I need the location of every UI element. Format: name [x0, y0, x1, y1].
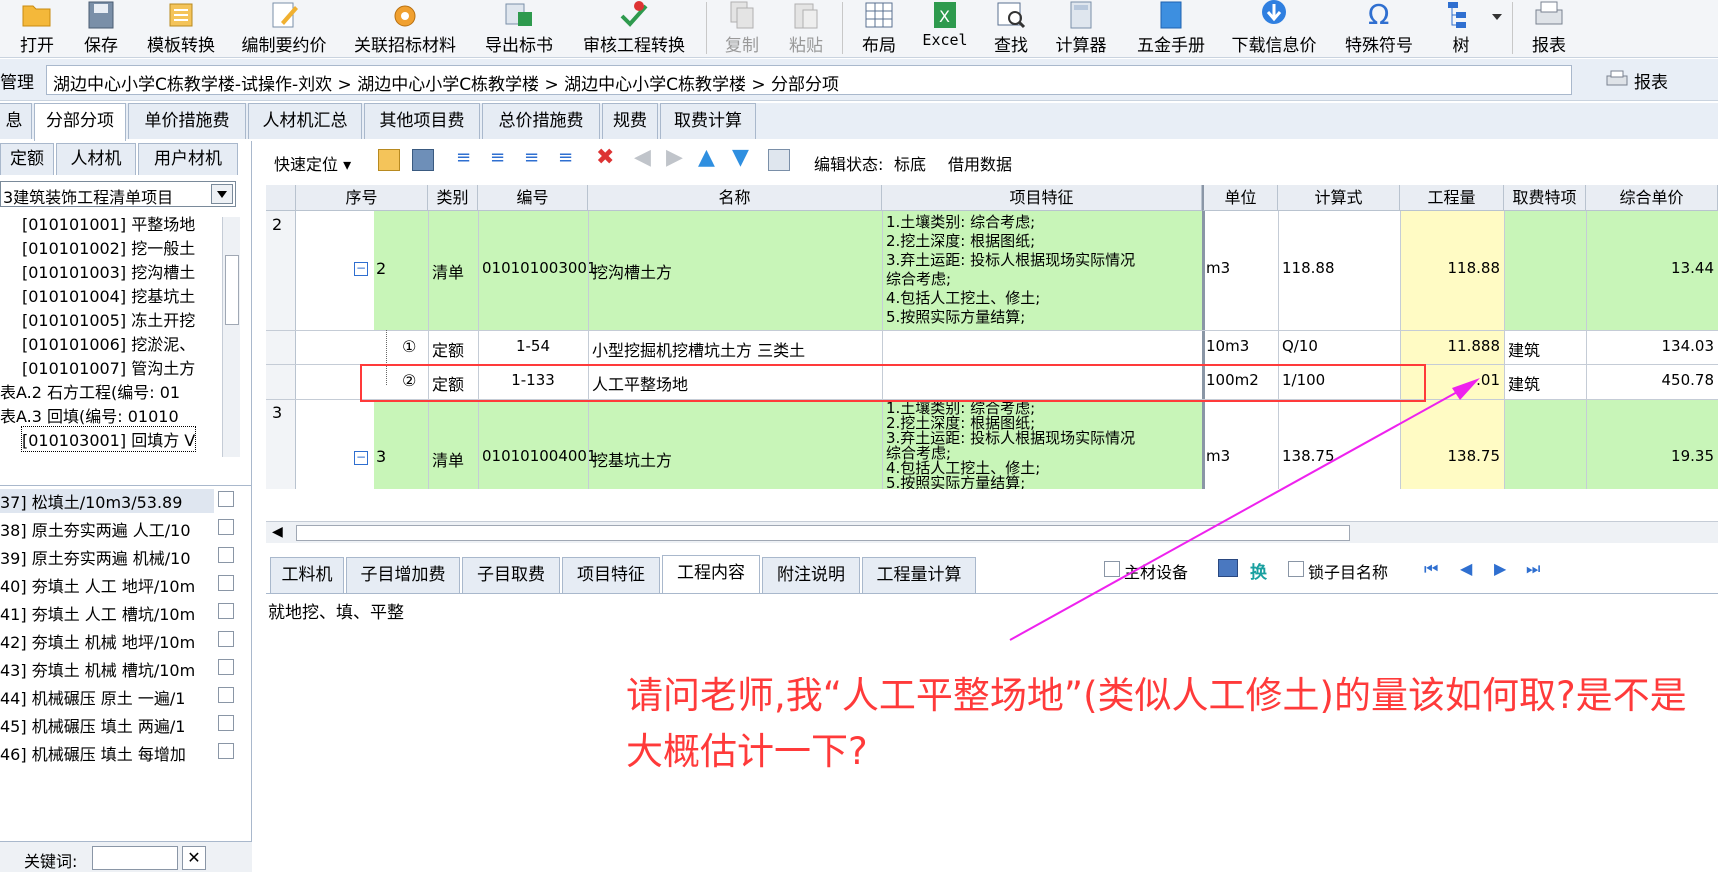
annotation-text: 请问老师,我“人工平整场地”(类似人工修土)的量该如何取?是不是大概估计一下?: [626, 674, 1687, 773]
